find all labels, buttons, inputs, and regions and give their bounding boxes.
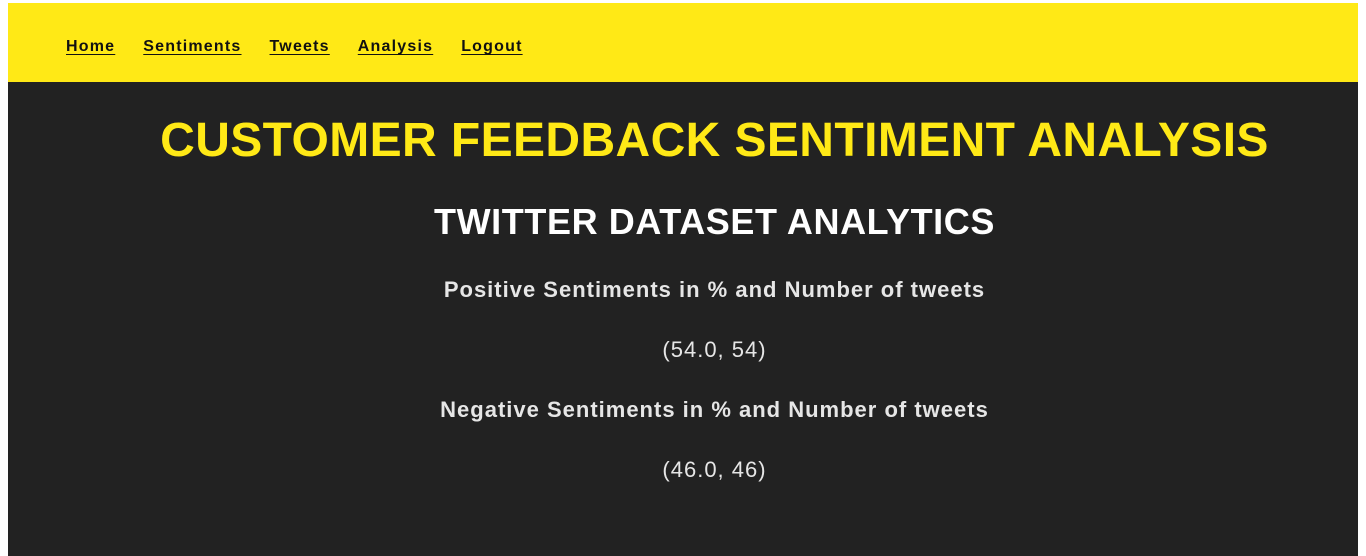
page-title: CUSTOMER FEEDBACK SENTIMENT ANALYSIS [160, 114, 1269, 167]
positive-sentiment-value: (54.0, 54) [662, 337, 767, 362]
nav-link-analysis[interactable]: Analysis [358, 37, 433, 57]
positive-sentiment-label: Positive Sentiments in % and Number of t… [443, 277, 986, 302]
nav-links: Home Sentiments Tweets Analysis Logout [66, 37, 551, 57]
nav-link-home[interactable]: Home [66, 37, 115, 57]
page: Home Sentiments Tweets Analysis Logout C… [8, 3, 1358, 556]
negative-sentiment-label: Negative Sentiments in % and Number of t… [440, 397, 989, 422]
negative-sentiment-value: (46.0, 46) [662, 457, 767, 482]
nav-link-sentiments[interactable]: Sentiments [143, 37, 241, 57]
nav-link-tweets[interactable]: Tweets [270, 37, 330, 57]
nav-link-logout[interactable]: Logout [461, 37, 522, 57]
navbar: Home Sentiments Tweets Analysis Logout [8, 3, 1358, 82]
page-subtitle: TWITTER DATASET ANALYTICS [434, 201, 995, 242]
